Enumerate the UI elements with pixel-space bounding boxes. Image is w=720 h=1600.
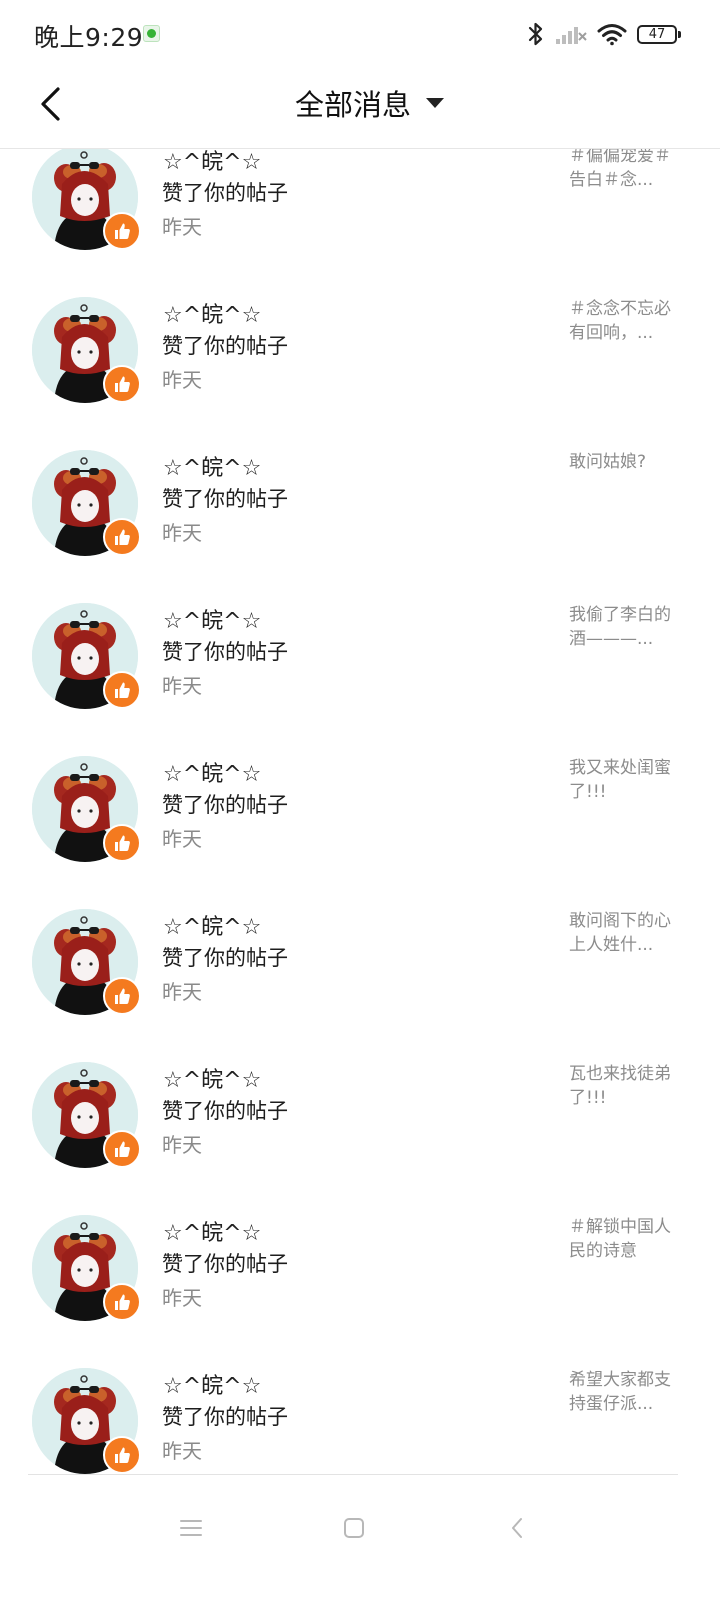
thumbs-up-icon — [103, 1283, 141, 1321]
time-text: 昨天 — [162, 827, 202, 851]
home-icon — [344, 1518, 364, 1538]
action-text: 赞了你的帖子 — [162, 487, 288, 511]
time-text: 昨天 — [162, 521, 202, 545]
bluetooth-icon — [528, 22, 543, 46]
action-text: 赞了你的帖子 — [162, 334, 288, 358]
notification-item[interactable]: ☆^皖^☆ 赞了你的帖子 昨天 ＃解锁中国人民的诗意 — [0, 1215, 720, 1368]
action-text: 赞了你的帖子 — [162, 1252, 288, 1276]
thumbs-up-icon — [103, 518, 141, 556]
header: 全部消息 — [0, 68, 720, 149]
thumbs-up-icon — [103, 1130, 141, 1168]
divider — [28, 1474, 678, 1475]
notification-item[interactable]: ☆^皖^☆ 赞了你的帖子 昨天 瓦也来找徒弟了!!! — [0, 1062, 720, 1215]
thumbs-up-icon — [103, 671, 141, 709]
page-title: 全部消息 — [294, 88, 411, 122]
user-name[interactable]: ☆^皖^☆ — [163, 297, 261, 329]
action-text: 赞了你的帖子 — [162, 1099, 288, 1123]
thumbs-up-icon — [103, 824, 141, 862]
signal-icon — [556, 27, 587, 44]
thumbs-up-icon — [103, 365, 141, 403]
user-name[interactable]: ☆^皖^☆ — [163, 756, 261, 788]
notification-list[interactable]: ☆^皖^☆ 赞了你的帖子 昨天 ＃偏偏宠爱＃告白＃念... ☆^皖^☆ 赞了你的… — [0, 149, 720, 1474]
time-text: 昨天 — [162, 215, 202, 239]
time-text: 昨天 — [162, 674, 202, 698]
action-text: 赞了你的帖子 — [162, 640, 288, 664]
notification-item[interactable]: ☆^皖^☆ 赞了你的帖子 昨天 ＃偏偏宠爱＃告白＃念... — [0, 149, 720, 297]
user-name[interactable]: ☆^皖^☆ — [163, 149, 261, 176]
post-snippet[interactable]: 希望大家都支持蛋仔派... — [569, 1368, 681, 1416]
user-name[interactable]: ☆^皖^☆ — [163, 1215, 261, 1247]
action-text: 赞了你的帖子 — [162, 793, 288, 817]
user-name[interactable]: ☆^皖^☆ — [163, 909, 261, 941]
time-text: 昨天 — [162, 1133, 202, 1157]
post-snippet[interactable]: 我偷了李白的酒———... — [569, 603, 681, 651]
post-snippet[interactable]: 瓦也来找徒弟了!!! — [569, 1062, 681, 1110]
post-snippet[interactable]: 我又来处闺蜜了!!! — [569, 756, 681, 804]
time-text: 昨天 — [162, 980, 202, 1004]
post-snippet[interactable]: ＃念念不忘必有回响，... — [569, 297, 681, 345]
notification-item[interactable]: ☆^皖^☆ 赞了你的帖子 昨天 希望大家都支持蛋仔派... — [0, 1368, 720, 1474]
time-text: 昨天 — [162, 1439, 202, 1463]
battery-level: 47 — [648, 26, 666, 42]
thumbs-up-icon — [103, 1436, 141, 1474]
notification-item[interactable]: ☆^皖^☆ 赞了你的帖子 昨天 敢问阁下的心上人姓什... — [0, 909, 720, 1062]
post-snippet[interactable]: ＃解锁中国人民的诗意 — [569, 1215, 681, 1263]
nav-back-button[interactable] — [493, 1504, 541, 1552]
back-icon — [512, 1518, 522, 1538]
thumbs-up-icon — [103, 977, 141, 1015]
user-name[interactable]: ☆^皖^☆ — [163, 1062, 261, 1094]
user-name[interactable]: ☆^皖^☆ — [163, 603, 261, 635]
message-filter-dropdown[interactable]: 全部消息 — [0, 82, 720, 124]
menu-button[interactable] — [167, 1504, 215, 1552]
notification-item[interactable]: ☆^皖^☆ 赞了你的帖子 昨天 我偷了李白的酒———... — [0, 603, 720, 756]
notification-item[interactable]: ☆^皖^☆ 赞了你的帖子 昨天 ＃念念不忘必有回响，... — [0, 297, 720, 450]
time-text: 昨天 — [162, 368, 202, 392]
status-icons: 47 — [527, 18, 682, 50]
action-text: 赞了你的帖子 — [162, 181, 288, 205]
post-snippet[interactable]: 敢问姑娘? — [569, 450, 681, 474]
caret-down-icon — [426, 98, 444, 108]
time-text: 昨天 — [162, 1286, 202, 1310]
action-text: 赞了你的帖子 — [162, 1405, 288, 1429]
wifi-icon — [597, 24, 627, 46]
thumbs-up-icon — [103, 212, 141, 250]
home-button[interactable] — [330, 1504, 378, 1552]
user-name[interactable]: ☆^皖^☆ — [163, 450, 261, 482]
menu-icon — [180, 1520, 202, 1536]
post-snippet[interactable]: ＃偏偏宠爱＃告白＃念... — [569, 149, 681, 192]
system-nav-bar — [0, 1474, 720, 1600]
notification-item[interactable]: ☆^皖^☆ 赞了你的帖子 昨天 敢问姑娘? — [0, 450, 720, 603]
user-name[interactable]: ☆^皖^☆ — [163, 1368, 261, 1400]
wechat-icon — [143, 25, 160, 42]
action-text: 赞了你的帖子 — [162, 946, 288, 970]
notification-item[interactable]: ☆^皖^☆ 赞了你的帖子 昨天 我又来处闺蜜了!!! — [0, 756, 720, 909]
status-time: 晚上9:29 — [34, 23, 144, 52]
status-bar: 晚上9:29 47 — [0, 0, 720, 68]
battery-icon: 47 — [637, 24, 681, 44]
post-snippet[interactable]: 敢问阁下的心上人姓什... — [569, 909, 681, 957]
